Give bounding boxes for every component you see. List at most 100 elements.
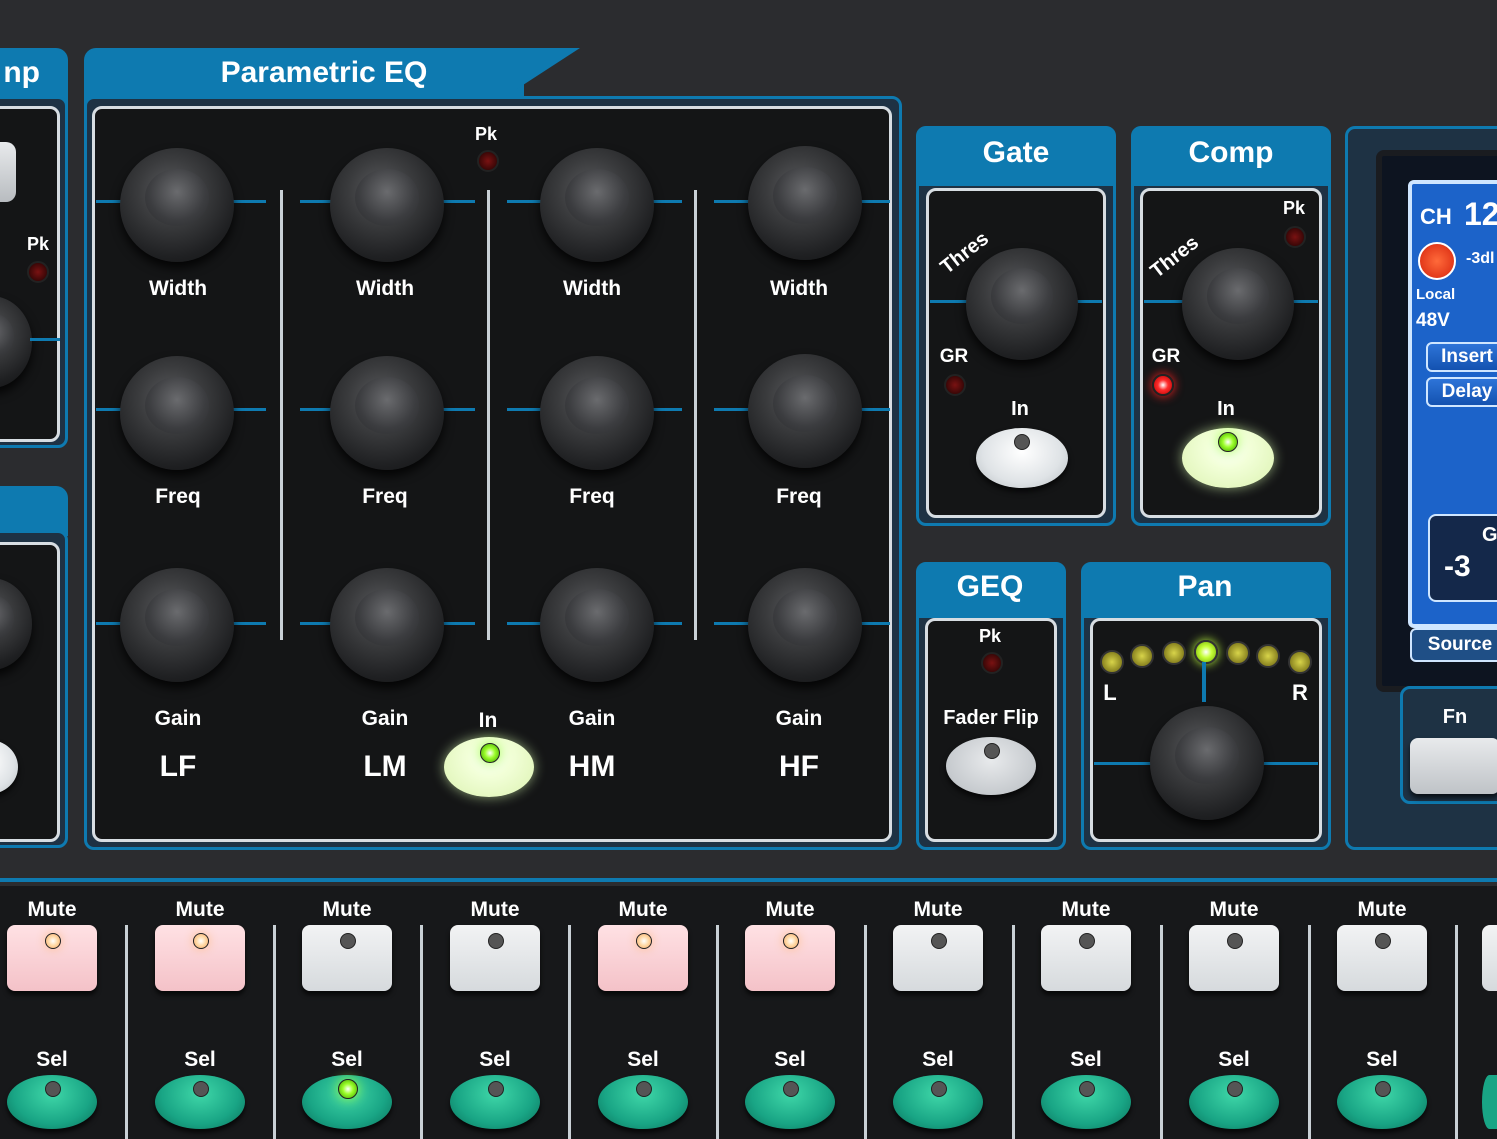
gate-gr-led — [944, 374, 966, 396]
sel-button[interactable] — [745, 1075, 835, 1129]
sel-label: Sel — [1366, 1048, 1398, 1071]
channel-strip-6: Mute Sel — [720, 888, 860, 1139]
eq-divider-3 — [694, 190, 697, 640]
channel-strip-8: Mute Sel — [1016, 888, 1156, 1139]
eq-lm-freq-knob[interactable] — [330, 356, 444, 470]
comp-pk-led — [1284, 226, 1306, 248]
display-ch-number: 12 — [1464, 196, 1497, 232]
mute-label: Mute — [1357, 898, 1407, 921]
sel-button[interactable] — [1189, 1075, 1279, 1129]
comp-in-led — [1218, 432, 1238, 452]
eq-lm-width-knob[interactable] — [330, 148, 444, 262]
mute-button[interactable] — [7, 925, 97, 991]
eq-lm-band-name: LM — [363, 750, 407, 783]
pan-led-2 — [1130, 644, 1154, 668]
mute-button[interactable] — [450, 925, 540, 991]
gate-in-led — [1014, 434, 1030, 450]
sel-label: Sel — [627, 1048, 659, 1071]
mute-button[interactable] — [1337, 925, 1427, 991]
eq-hm-freq-label: Freq — [569, 485, 615, 508]
fn-label: Fn — [1442, 706, 1468, 728]
mute-button[interactable] — [155, 925, 245, 991]
eq-lf-gain-knob[interactable] — [120, 568, 234, 682]
gate-tab: Gate — [916, 126, 1116, 186]
eq-lf-width-knob[interactable] — [120, 148, 234, 262]
mute-button-partial[interactable] — [1482, 925, 1497, 991]
display-insert-button[interactable]: Insert — [1426, 342, 1497, 372]
mute-button[interactable] — [598, 925, 688, 991]
eq-pk-label: Pk — [474, 124, 498, 144]
eq-hm-gain-knob[interactable] — [540, 568, 654, 682]
eq-lf-width-label: Width — [148, 277, 208, 300]
comp-in-label: In — [1217, 398, 1235, 420]
mute-label: Mute — [27, 898, 77, 921]
sel-button[interactable] — [302, 1075, 392, 1129]
mute-button[interactable] — [1189, 925, 1279, 991]
fn-button[interactable] — [1410, 738, 1497, 794]
pan-center-mark — [1202, 662, 1206, 702]
eq-hf-width-knob[interactable] — [748, 146, 862, 260]
eq-lf-freq-knob[interactable] — [120, 356, 234, 470]
eq-hf-gain-knob[interactable] — [748, 568, 862, 682]
mute-label: Mute — [1209, 898, 1259, 921]
sel-button[interactable] — [1041, 1075, 1131, 1129]
mute-button[interactable] — [1041, 925, 1131, 991]
mute-led — [488, 933, 504, 949]
gate-thres-knob[interactable] — [966, 248, 1078, 360]
channel-strip-1: Mute Sel — [0, 888, 122, 1139]
comp-tab: Comp — [1131, 126, 1331, 186]
gate-in-button[interactable] — [976, 428, 1068, 488]
strip-top-line — [0, 878, 1497, 882]
sel-label: Sel — [184, 1048, 216, 1071]
sel-button-partial[interactable] — [1482, 1075, 1497, 1129]
display-source-button[interactable]: Source — [1410, 628, 1497, 662]
mute-button[interactable] — [302, 925, 392, 991]
strip-separator — [1455, 925, 1458, 1139]
mute-label: Mute — [1061, 898, 1111, 921]
left-lower-tab — [0, 486, 68, 536]
eq-lm-gain-label: Gain — [361, 707, 409, 730]
eq-hf-freq-knob[interactable] — [748, 354, 862, 468]
geq-fader-flip-led — [984, 743, 1000, 759]
display-lcd[interactable]: CH 12 -3dl Local 48V Insert Delay Ga -3 — [1408, 180, 1497, 628]
mute-led — [1375, 933, 1391, 949]
sel-button[interactable] — [450, 1075, 540, 1129]
geq-fader-flip-button[interactable] — [946, 737, 1036, 795]
eq-hm-band-name: HM — [568, 750, 616, 783]
comp-gr-label: GR — [1151, 346, 1181, 367]
sel-led — [1375, 1081, 1391, 1097]
sel-led — [636, 1081, 652, 1097]
pan-led-5 — [1226, 641, 1250, 665]
display-gain-box[interactable]: Ga -3 — [1428, 514, 1497, 602]
sel-button[interactable] — [155, 1075, 245, 1129]
mute-button[interactable] — [745, 925, 835, 991]
sel-led — [783, 1081, 799, 1097]
strip-separator — [125, 925, 128, 1139]
eq-lm-width-label: Width — [355, 277, 415, 300]
comp-thres-knob[interactable] — [1182, 248, 1294, 360]
sel-button[interactable] — [598, 1075, 688, 1129]
pan-knob[interactable] — [1150, 706, 1264, 820]
sel-button[interactable] — [7, 1075, 97, 1129]
eq-in-button[interactable] — [444, 737, 534, 797]
eq-hm-freq-knob[interactable] — [540, 356, 654, 470]
sel-label: Sel — [36, 1048, 68, 1071]
eq-lm-gain-knob[interactable] — [330, 568, 444, 682]
left-button[interactable] — [0, 142, 16, 202]
channel-strip-4: Mute Sel — [425, 888, 565, 1139]
geq-fader-flip-label: Fader Flip — [943, 707, 1039, 729]
parametric-eq-title: Parametric EQ — [220, 56, 428, 89]
comp-in-button[interactable] — [1182, 428, 1274, 488]
sel-button[interactable] — [1337, 1075, 1427, 1129]
channel-strip-5: Mute Sel — [573, 888, 713, 1139]
sel-led — [931, 1081, 947, 1097]
sel-button[interactable] — [893, 1075, 983, 1129]
strip-separator — [1012, 925, 1015, 1139]
eq-hm-width-knob[interactable] — [540, 148, 654, 262]
display-delay-button[interactable]: Delay — [1426, 377, 1497, 407]
mute-button[interactable] — [893, 925, 983, 991]
comp-title: Comp — [1188, 136, 1274, 169]
sel-label: Sel — [1070, 1048, 1102, 1071]
parametric-eq-tab-slant — [500, 48, 580, 100]
eq-hf-band-name: HF — [779, 750, 819, 783]
